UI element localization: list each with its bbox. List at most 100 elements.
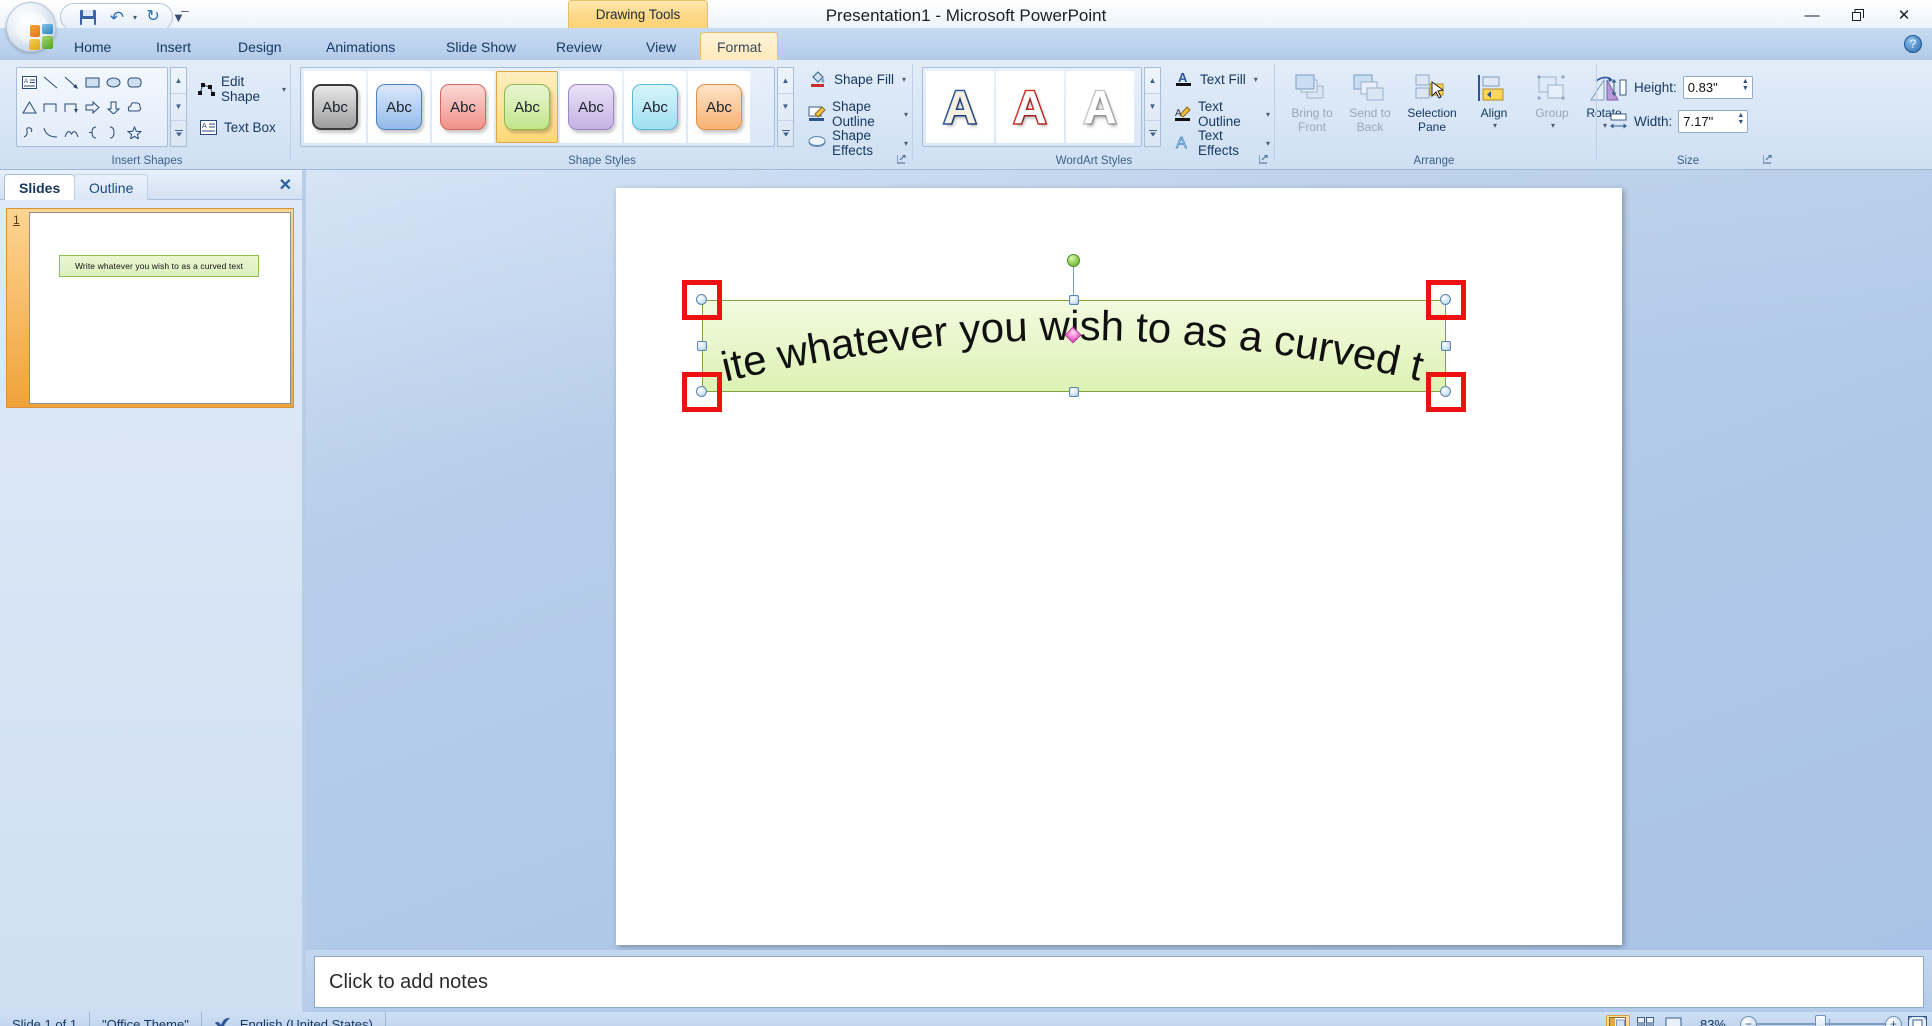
normal-view-button[interactable] (1605, 1014, 1630, 1026)
zoom-in-button[interactable]: + (1885, 1015, 1902, 1026)
shape-scribble[interactable] (19, 120, 40, 145)
selection-pane-button[interactable]: Selection Pane (1400, 68, 1464, 144)
shape-down-arrow[interactable] (103, 95, 124, 120)
fit-slide-to-window-button[interactable] (1906, 1014, 1928, 1026)
send-to-back-button[interactable]: Send to Back (1342, 68, 1398, 144)
office-button[interactable] (6, 2, 56, 52)
tab-format[interactable]: Format (700, 32, 779, 61)
tab-view[interactable]: View (630, 32, 692, 61)
shape-styles-scrollbar[interactable]: ▲ ▼ (777, 67, 794, 147)
shape-fill-button[interactable]: Shape Fill ▾ (804, 68, 910, 90)
shape-styles-dialog-launcher[interactable] (895, 153, 908, 166)
width-spin-down[interactable]: ▼ (1737, 119, 1744, 126)
shape-oval[interactable] (103, 70, 124, 95)
zoom-thumb[interactable] (1815, 1015, 1826, 1026)
shape-effects-dropdown-icon[interactable]: ▾ (904, 139, 908, 148)
tab-slide-show[interactable]: Slide Show (430, 32, 532, 61)
shape-styles-more-button[interactable] (778, 121, 793, 146)
edit-shape-button[interactable]: Edit Shape ▾ (194, 72, 290, 106)
selected-wordart-shape[interactable]: Write whatever you wish to as a curved t… (682, 254, 1466, 412)
shape-style-blue[interactable]: Abc (368, 71, 430, 143)
tab-animations[interactable]: Animations (310, 32, 411, 61)
align-dropdown-icon[interactable]: ▾ (1493, 121, 1497, 130)
shape-triangle[interactable] (19, 95, 40, 120)
rotation-handle[interactable] (1067, 254, 1080, 267)
shapes-more-button[interactable] (171, 121, 186, 146)
shape-outline-dropdown-icon[interactable]: ▾ (904, 110, 908, 119)
zoom-out-button[interactable]: − (1740, 1015, 1757, 1026)
shape-rectangle[interactable] (82, 70, 103, 95)
resize-handle-bottom-center[interactable] (1069, 387, 1079, 397)
group-button[interactable]: Group ▾ (1524, 68, 1580, 144)
shape-cloud[interactable] (124, 95, 145, 120)
tab-home[interactable]: Home (58, 32, 127, 61)
resize-handle-top-center[interactable] (1069, 295, 1079, 305)
shape-styles-scroll-down-button[interactable]: ▼ (778, 94, 793, 121)
slide-show-view-button[interactable] (1662, 1015, 1686, 1026)
tab-slides[interactable]: Slides (4, 174, 76, 200)
shape-style-green[interactable]: Abc (496, 71, 558, 143)
zoom-slider[interactable]: − + (1740, 1015, 1902, 1026)
shapes-scroll-down-button[interactable]: ▼ (171, 94, 186, 121)
redo-button[interactable]: ↻ (140, 6, 166, 28)
restore-button[interactable] (1836, 2, 1880, 28)
slide-thumbnail-preview[interactable]: Write whatever you wish to as a curved t… (29, 212, 291, 404)
wordart-more-button[interactable] (1145, 121, 1160, 146)
customize-qat-button[interactable]: ▼̅ (172, 10, 185, 25)
wordart-style-white[interactable]: A (1066, 71, 1134, 143)
save-button[interactable] (75, 6, 101, 28)
shape-freeform-wave[interactable] (61, 120, 82, 145)
height-spin-down[interactable]: ▼ (1742, 85, 1749, 92)
shape-style-cyan[interactable]: Abc (624, 71, 686, 143)
help-icon[interactable]: ? (1904, 35, 1922, 53)
shape-fill-dropdown-icon[interactable]: ▾ (902, 75, 906, 84)
tab-insert[interactable]: Insert (140, 32, 207, 61)
height-input[interactable]: 0.83" ▲ ▼ (1682, 76, 1753, 99)
shape-elbow-arrow-connector[interactable] (61, 95, 82, 120)
shape-textbox[interactable]: A (19, 70, 40, 95)
tab-outline[interactable]: Outline (74, 174, 149, 200)
width-input[interactable]: 7.17" ▲ ▼ (1678, 110, 1749, 133)
shape-style-red[interactable]: Abc (432, 71, 494, 143)
wordart-scroll-down-button[interactable]: ▼ (1145, 94, 1160, 121)
resize-handle-middle-right[interactable] (1441, 341, 1451, 351)
text-effects-dropdown-icon[interactable]: ▾ (1266, 139, 1270, 148)
text-fill-dropdown-icon[interactable]: ▾ (1254, 75, 1258, 84)
shape-arrow[interactable] (61, 70, 82, 95)
shape-style-orange[interactable]: Abc (688, 71, 750, 143)
notes-placeholder[interactable]: Click to add notes (314, 956, 1924, 1008)
slide-canvas[interactable]: Write whatever you wish to as a curved t… (616, 188, 1622, 945)
minimize-button[interactable]: — (1790, 2, 1834, 28)
shape-rounded-rectangle[interactable] (124, 70, 145, 95)
bring-to-front-button[interactable]: Bring to Front (1284, 68, 1340, 144)
height-spinner[interactable]: ▲ ▼ (1742, 78, 1749, 93)
tab-design[interactable]: Design (222, 32, 298, 61)
undo-button[interactable]: ↶ (104, 6, 130, 28)
align-button[interactable]: Align ▾ (1466, 68, 1522, 144)
shape-style-gray[interactable]: Abc (304, 71, 366, 143)
zoom-percent[interactable]: 83% (1690, 1012, 1736, 1026)
slide-sorter-view-button[interactable] (1634, 1015, 1658, 1026)
text-fill-button[interactable]: A Text Fill ▾ (1170, 68, 1262, 90)
shape-right-arrow[interactable] (82, 95, 103, 120)
shapes-scroll-up-button[interactable]: ▲ (171, 68, 186, 95)
slide-thumbnail-item[interactable]: 1 Write whatever you wish to as a curved… (6, 208, 294, 408)
shape-elbow-connector[interactable] (40, 95, 61, 120)
zoom-track[interactable] (1757, 1015, 1885, 1026)
text-outline-dropdown-icon[interactable]: ▾ (1266, 110, 1270, 119)
shape-style-purple[interactable]: Abc (560, 71, 622, 143)
edit-shape-dropdown-icon[interactable]: ▾ (282, 85, 286, 94)
theme-name[interactable]: "Office Theme" (90, 1012, 202, 1026)
close-pane-button[interactable]: ✕ (279, 175, 292, 195)
text-box-button[interactable]: A Text Box (194, 116, 280, 138)
close-button[interactable]: ✕ (1882, 2, 1926, 28)
spellcheck-status[interactable]: English (United States) (202, 1012, 386, 1026)
wordart-style-blue[interactable]: A (926, 71, 994, 143)
shape-line[interactable] (40, 70, 61, 95)
wordart-styles-gallery[interactable]: A A A (922, 67, 1142, 147)
shape-right-brace[interactable] (103, 120, 124, 145)
wordart-dialog-launcher[interactable] (1257, 153, 1270, 166)
group-dropdown-icon[interactable]: ▾ (1551, 121, 1555, 130)
wordart-style-red[interactable]: A (996, 71, 1064, 143)
shape-styles-scroll-up-button[interactable]: ▲ (778, 68, 793, 95)
